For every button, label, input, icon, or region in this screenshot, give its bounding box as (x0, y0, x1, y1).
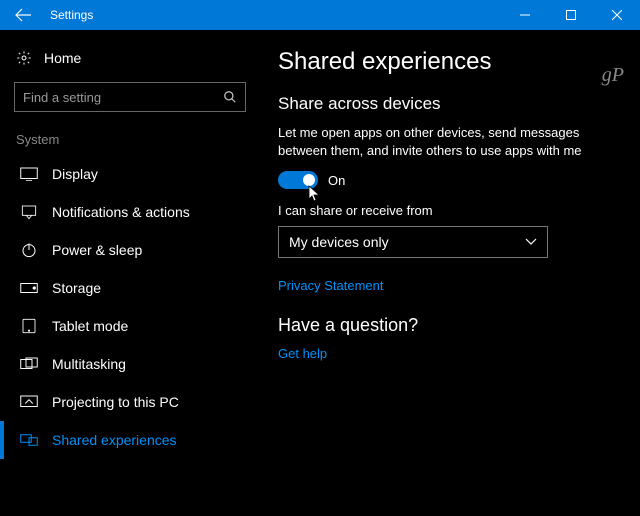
sidebar-item-label: Notifications & actions (52, 204, 190, 220)
search-placeholder: Find a setting (23, 90, 223, 105)
notification-icon (20, 204, 38, 220)
sidebar-item-storage[interactable]: Storage (0, 269, 260, 307)
toggle-description: Let me open apps on other devices, send … (278, 124, 616, 159)
search-input[interactable]: Find a setting (14, 82, 246, 112)
sidebar-item-power[interactable]: Power & sleep (0, 231, 260, 269)
settings-window: Settings gP Home (0, 0, 640, 516)
share-from-select[interactable]: My devices only (278, 226, 548, 258)
minimize-button[interactable] (502, 0, 548, 30)
home-label: Home (44, 50, 81, 66)
sidebar-item-label: Shared experiences (52, 432, 177, 448)
titlebar: Settings (0, 0, 640, 30)
window-title: Settings (46, 8, 502, 22)
question-heading: Have a question? (278, 315, 616, 336)
sidebar-item-display[interactable]: Display (0, 155, 260, 193)
window-controls (502, 0, 640, 30)
group-label-system: System (0, 128, 260, 155)
select-value: My devices only (289, 234, 389, 250)
sidebar-item-projecting[interactable]: Projecting to this PC (0, 383, 260, 421)
privacy-link[interactable]: Privacy Statement (278, 278, 616, 293)
section-share-across: Share across devices (278, 94, 616, 114)
home-button[interactable]: Home (0, 44, 260, 76)
sidebar-item-tablet[interactable]: Tablet mode (0, 307, 260, 345)
share-from-label: I can share or receive from (278, 203, 616, 218)
back-button[interactable] (0, 0, 46, 30)
sidebar-item-label: Tablet mode (52, 318, 128, 334)
maximize-button[interactable] (548, 0, 594, 30)
sidebar-item-label: Projecting to this PC (52, 394, 179, 410)
cursor-icon (308, 185, 322, 203)
sidebar-item-label: Display (52, 166, 98, 182)
gear-icon (16, 50, 32, 66)
chevron-down-icon (525, 238, 537, 246)
search-icon (223, 90, 237, 104)
projecting-icon (20, 395, 38, 409)
toggle-state-label: On (328, 173, 345, 188)
storage-icon (20, 282, 38, 294)
sidebar-item-label: Multitasking (52, 356, 126, 372)
get-help-link[interactable]: Get help (278, 346, 616, 361)
sidebar-item-label: Storage (52, 280, 101, 296)
tablet-icon (20, 318, 38, 334)
multitasking-icon (20, 357, 38, 371)
sidebar-item-shared-experiences[interactable]: Shared experiences (0, 421, 260, 459)
page-title: Shared experiences (278, 48, 616, 76)
shared-icon (20, 433, 38, 447)
sidebar-item-multitasking[interactable]: Multitasking (0, 345, 260, 383)
display-icon (20, 167, 38, 181)
content-pane: Shared experiences Share across devices … (260, 30, 640, 516)
sidebar-item-label: Power & sleep (52, 242, 142, 258)
sidebar-item-notifications[interactable]: Notifications & actions (0, 193, 260, 231)
power-icon (20, 242, 38, 258)
sidebar: Home Find a setting System Display No (0, 30, 260, 516)
close-button[interactable] (594, 0, 640, 30)
